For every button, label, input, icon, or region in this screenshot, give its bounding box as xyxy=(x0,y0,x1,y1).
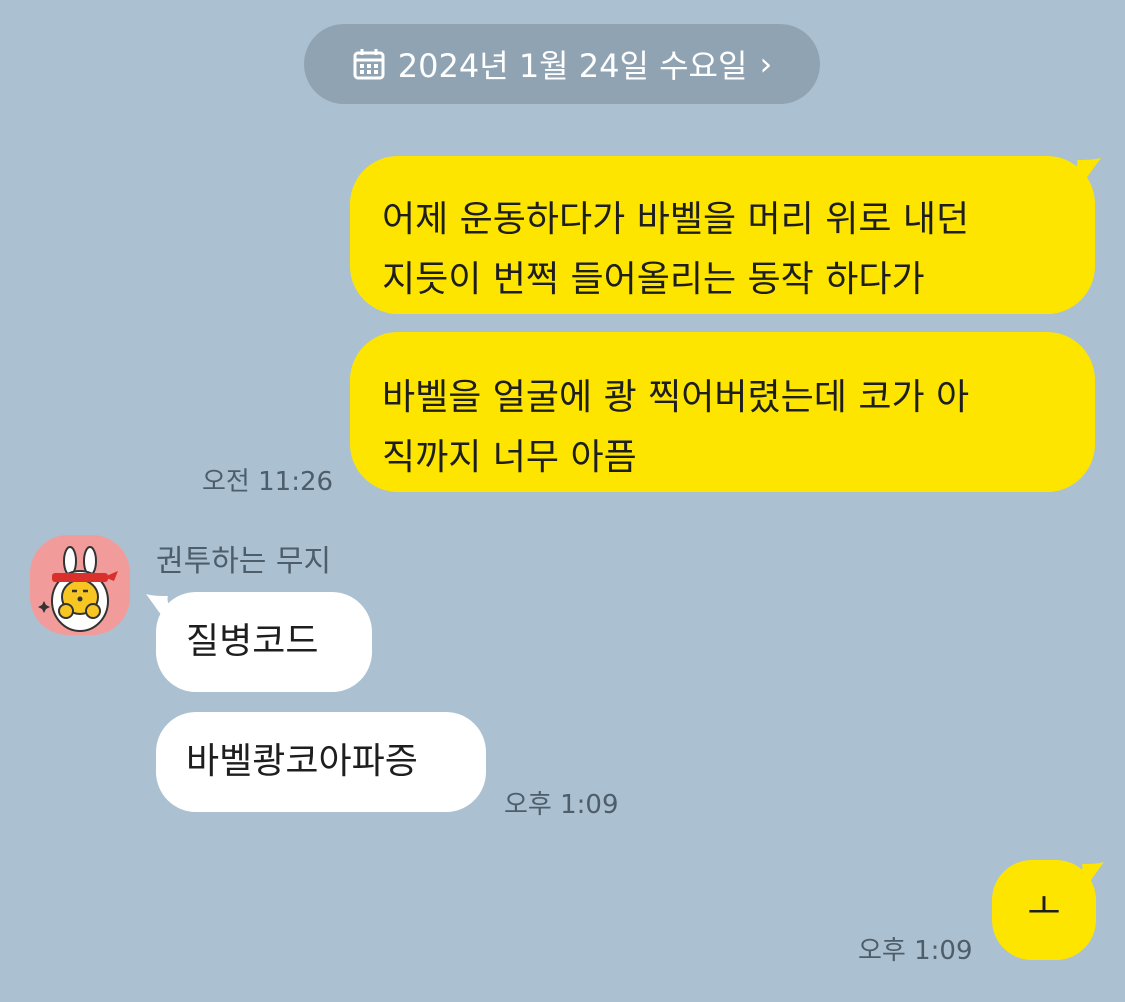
outgoing-message-bubble[interactable]: 어제 운동하다가 바벨을 머리 위로 내던 지듯이 번쩍 들어올리는 동작 하다… xyxy=(350,156,1101,314)
incoming-message-bubble[interactable]: 질병코드 xyxy=(146,592,372,692)
bubble-tail xyxy=(1070,862,1104,894)
avatar[interactable] xyxy=(30,535,130,635)
date-label: 2024년 1월 24일 수요일 xyxy=(397,47,748,85)
profile-character-icon xyxy=(38,546,118,632)
calendar-icon xyxy=(353,49,385,80)
message-timestamp: 오후 1:09 xyxy=(858,936,973,966)
message-text: 바벨쾅코아파증 xyxy=(186,741,418,782)
message-timestamp: 오전 11:26 xyxy=(202,467,334,497)
date-divider[interactable]: 2024년 1월 24일 수요일 › xyxy=(304,24,820,104)
outgoing-message-bubble[interactable]: ㅗ xyxy=(992,860,1104,960)
chevron-right-icon: › xyxy=(759,45,773,83)
outgoing-message-bubble[interactable]: 바벨을 얼굴에 쾅 찍어버렸는데 코가 아 직까지 너무 아픔 xyxy=(350,332,1095,492)
message-text: 어제 운동하다가 바벨을 머리 위로 내던 지듯이 번쩍 들어올리는 동작 하다… xyxy=(382,199,970,300)
sender-name: 권투하는 무지 xyxy=(156,544,332,579)
bubble-tail xyxy=(1063,158,1101,196)
bubble-tail xyxy=(146,594,180,626)
message-text: 바벨을 얼굴에 쾅 찍어버렸는데 코가 아 직까지 너무 아픔 xyxy=(382,377,970,478)
message-text: 질병코드 xyxy=(186,621,319,662)
incoming-message-bubble[interactable]: 바벨쾅코아파증 xyxy=(156,712,486,812)
message-timestamp: 오후 1:09 xyxy=(504,790,619,820)
